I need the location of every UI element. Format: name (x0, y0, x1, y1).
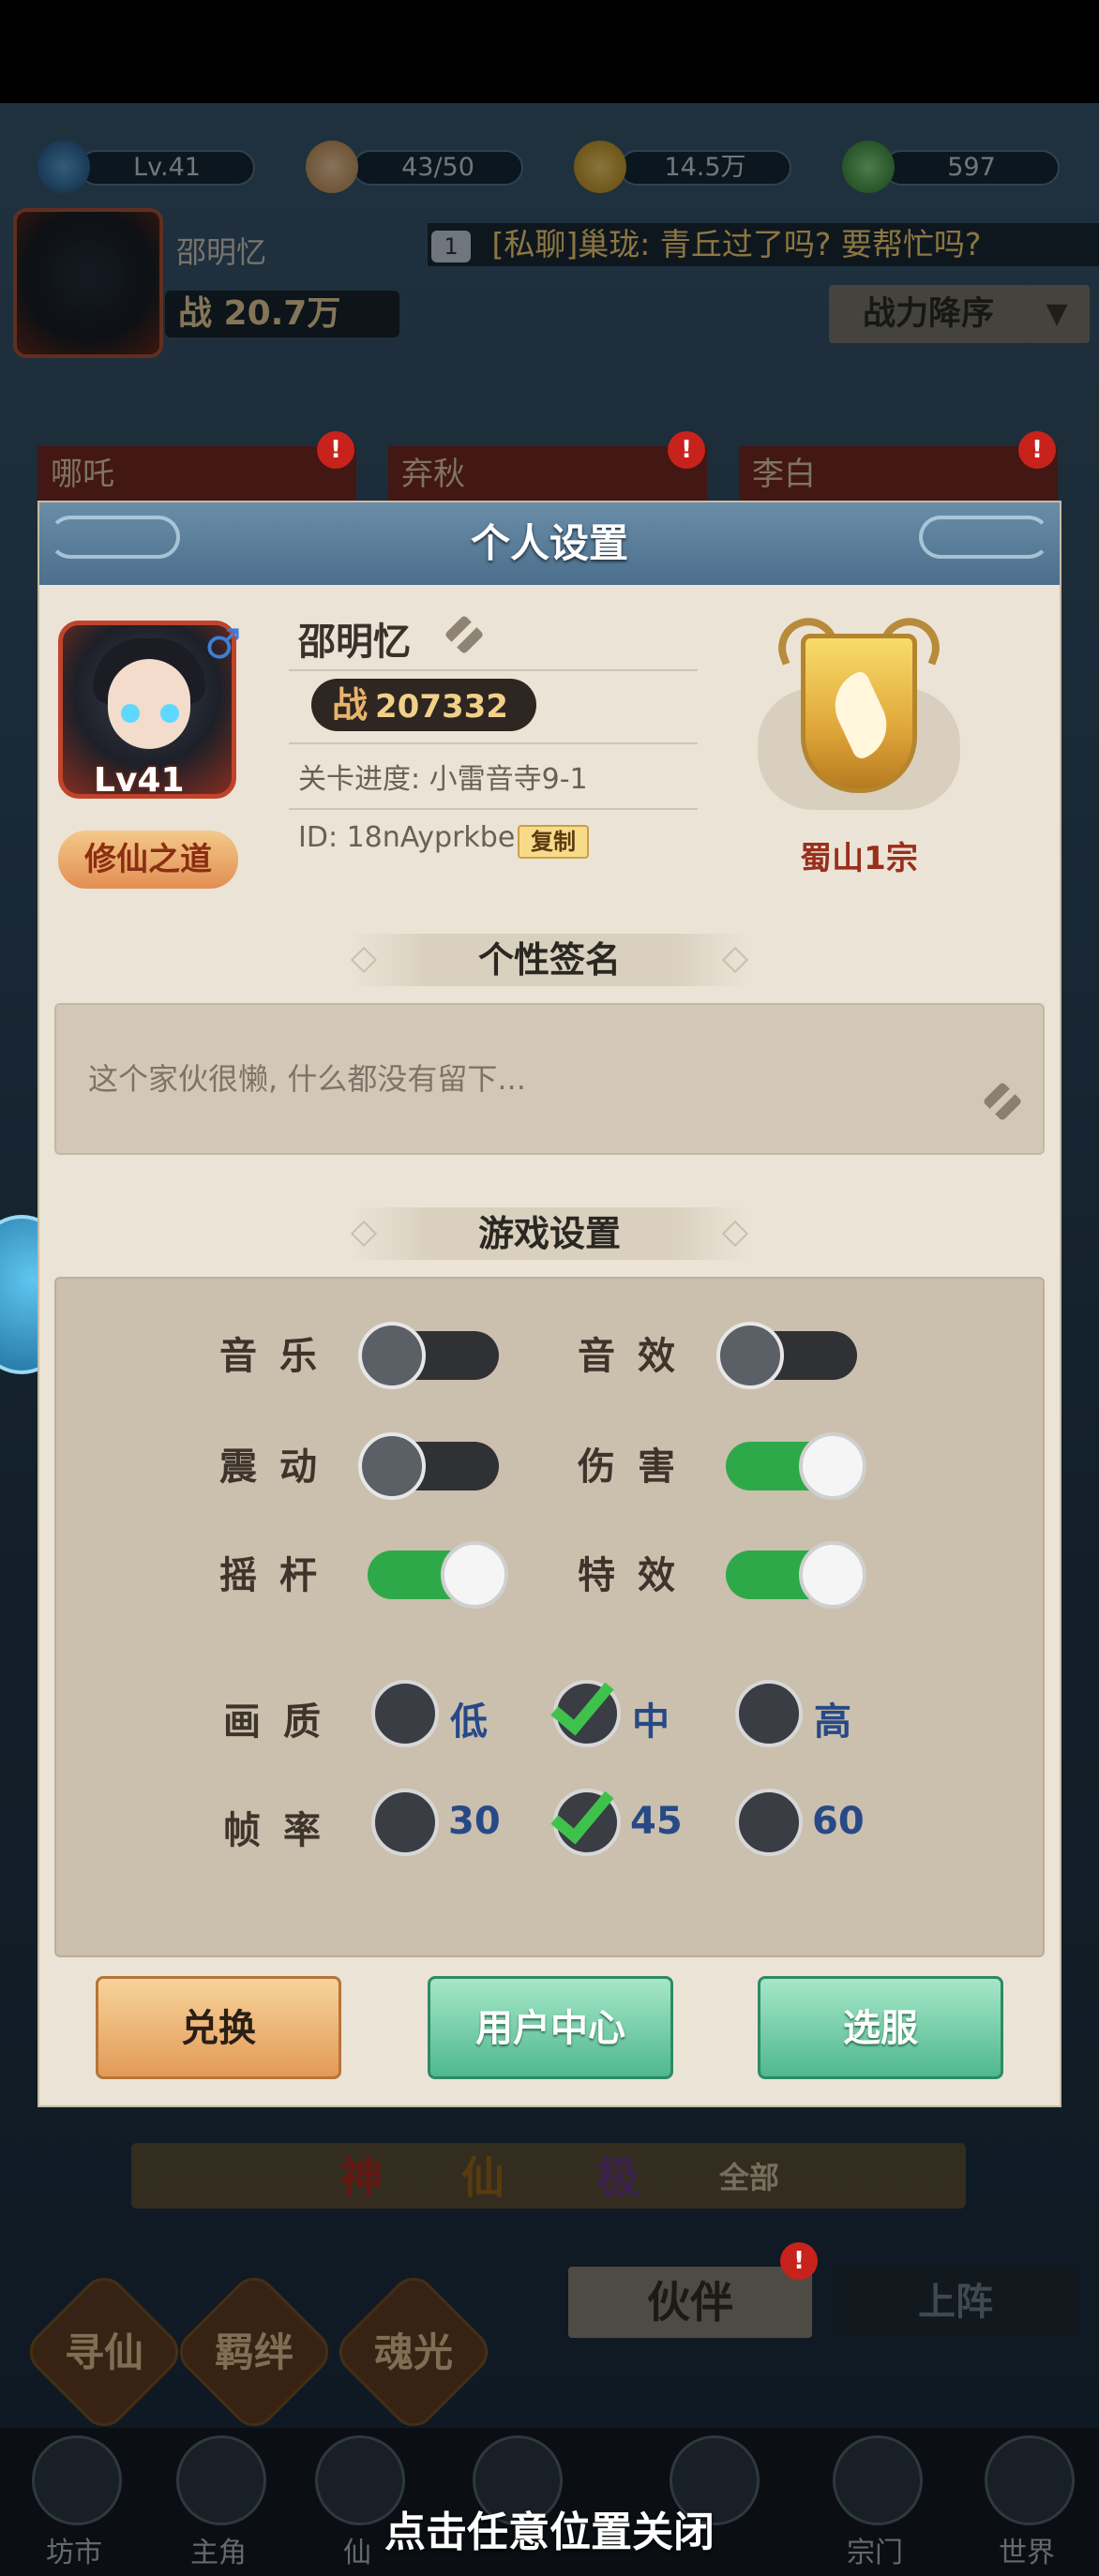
vibration-label: 震动 (219, 1445, 339, 1489)
close-hint: 点击任意位置关闭 (384, 2509, 715, 2556)
framerate-45-label: 45 (630, 1800, 683, 1843)
notification-badge: ! (668, 431, 705, 469)
checkmark-icon (550, 1777, 614, 1845)
toggle-knob (358, 1432, 426, 1500)
quality-low-label: 低 (450, 1700, 488, 1744)
quality-high-radio[interactable] (735, 1680, 803, 1747)
edit-name-icon[interactable] (441, 611, 488, 658)
profile-level: Lv41 (94, 761, 185, 800)
framerate-label: 帧率 (223, 1809, 343, 1852)
quality-low-radio[interactable] (371, 1680, 439, 1747)
sound-effects-toggle[interactable] (716, 1322, 857, 1389)
diamond-ornament (350, 946, 378, 974)
quality-medium-radio[interactable] (550, 1669, 621, 1747)
checkmark-icon (550, 1669, 614, 1736)
divider (289, 742, 698, 744)
sound-effects-label: 音效 (578, 1335, 698, 1378)
toggle-knob (358, 1322, 426, 1389)
profile-name: 邵明忆 (298, 621, 411, 664)
stage-progress: 关卡进度: 小雷音寺9-1 (298, 763, 588, 796)
signature-title-text: 个性签名 (477, 939, 621, 981)
toggle-knob (441, 1541, 508, 1609)
server-select-button[interactable]: 选服 (758, 1976, 1003, 2079)
exchange-button[interactable]: 兑换 (96, 1976, 341, 2079)
sect-name: 蜀山1宗 (800, 840, 918, 877)
sect-emblem[interactable] (758, 609, 960, 810)
joystick-toggle[interactable] (368, 1541, 508, 1609)
notification-badge: ! (317, 431, 354, 469)
music-toggle[interactable] (358, 1322, 499, 1389)
framerate-60-radio[interactable] (735, 1789, 803, 1856)
notification-badge: ! (780, 2242, 818, 2280)
screen: Lv.41 43/50 14.5万 597 邵明忆 战 20.7万 1 [私聊]… (0, 0, 1099, 2576)
power-prefix: 战 (332, 684, 369, 726)
avatar-face (108, 659, 190, 749)
vibration-toggle[interactable] (358, 1432, 499, 1500)
dialog-header: 个人设置 (39, 502, 1060, 585)
avatar-eye (121, 704, 140, 723)
game-settings-section-title: 游戏设置 (349, 1207, 750, 1260)
player-id: ID: 18nAyprkbe (298, 821, 516, 854)
music-label: 音乐 (219, 1335, 339, 1378)
signature-section-title: 个性签名 (349, 934, 750, 986)
copy-id-button[interactable]: 复制 (518, 825, 589, 859)
divider (289, 808, 698, 810)
quality-high-label: 高 (814, 1700, 851, 1744)
cultivation-path-badge[interactable]: 修仙之道 (58, 831, 238, 889)
effects-toggle[interactable] (726, 1541, 866, 1609)
toggle-knob (799, 1432, 866, 1500)
signature-box[interactable]: 这个家伙很懒, 什么都没有留下... (54, 1003, 1045, 1155)
toggle-knob (799, 1541, 866, 1609)
framerate-45-radio[interactable] (550, 1777, 621, 1856)
power-value: 207332 (375, 688, 508, 726)
diamond-ornament (721, 1220, 749, 1248)
framerate-60-label: 60 (812, 1800, 865, 1843)
male-icon: ♂ (204, 621, 242, 668)
framerate-30-radio[interactable] (371, 1789, 439, 1856)
personal-settings-dialog: 个人设置 ♂ Lv41 修仙之道 邵明忆 战 207332 关卡进度: 小雷音寺9… (38, 501, 1061, 2107)
avatar-eye (160, 704, 179, 723)
quality-medium-label: 中 (632, 1700, 670, 1744)
joystick-label: 摇杆 (219, 1554, 339, 1597)
divider (289, 669, 698, 671)
toggle-knob (716, 1322, 784, 1389)
framerate-30-label: 30 (448, 1800, 501, 1843)
notification-badge: ! (1018, 431, 1056, 469)
diamond-ornament (721, 946, 749, 974)
game-settings-panel: 音乐 音效 震动 伤害 摇杆 特效 画质 低 中 高 帧率 30 45 60 (54, 1277, 1045, 1957)
game-settings-title-text: 游戏设置 (477, 1213, 621, 1254)
diamond-ornament (350, 1220, 378, 1248)
profile-power: 战 207332 (311, 679, 536, 731)
quality-label: 画质 (223, 1700, 343, 1744)
damage-toggle[interactable] (726, 1432, 866, 1500)
dialog-title: 个人设置 (470, 520, 628, 566)
signature-text: 这个家伙很懒, 什么都没有留下... (88, 1061, 526, 1097)
effects-label: 特效 (578, 1554, 698, 1597)
damage-label: 伤害 (578, 1445, 698, 1489)
user-center-button[interactable]: 用户中心 (428, 1976, 673, 2079)
edit-signature-icon[interactable] (979, 1078, 1026, 1125)
